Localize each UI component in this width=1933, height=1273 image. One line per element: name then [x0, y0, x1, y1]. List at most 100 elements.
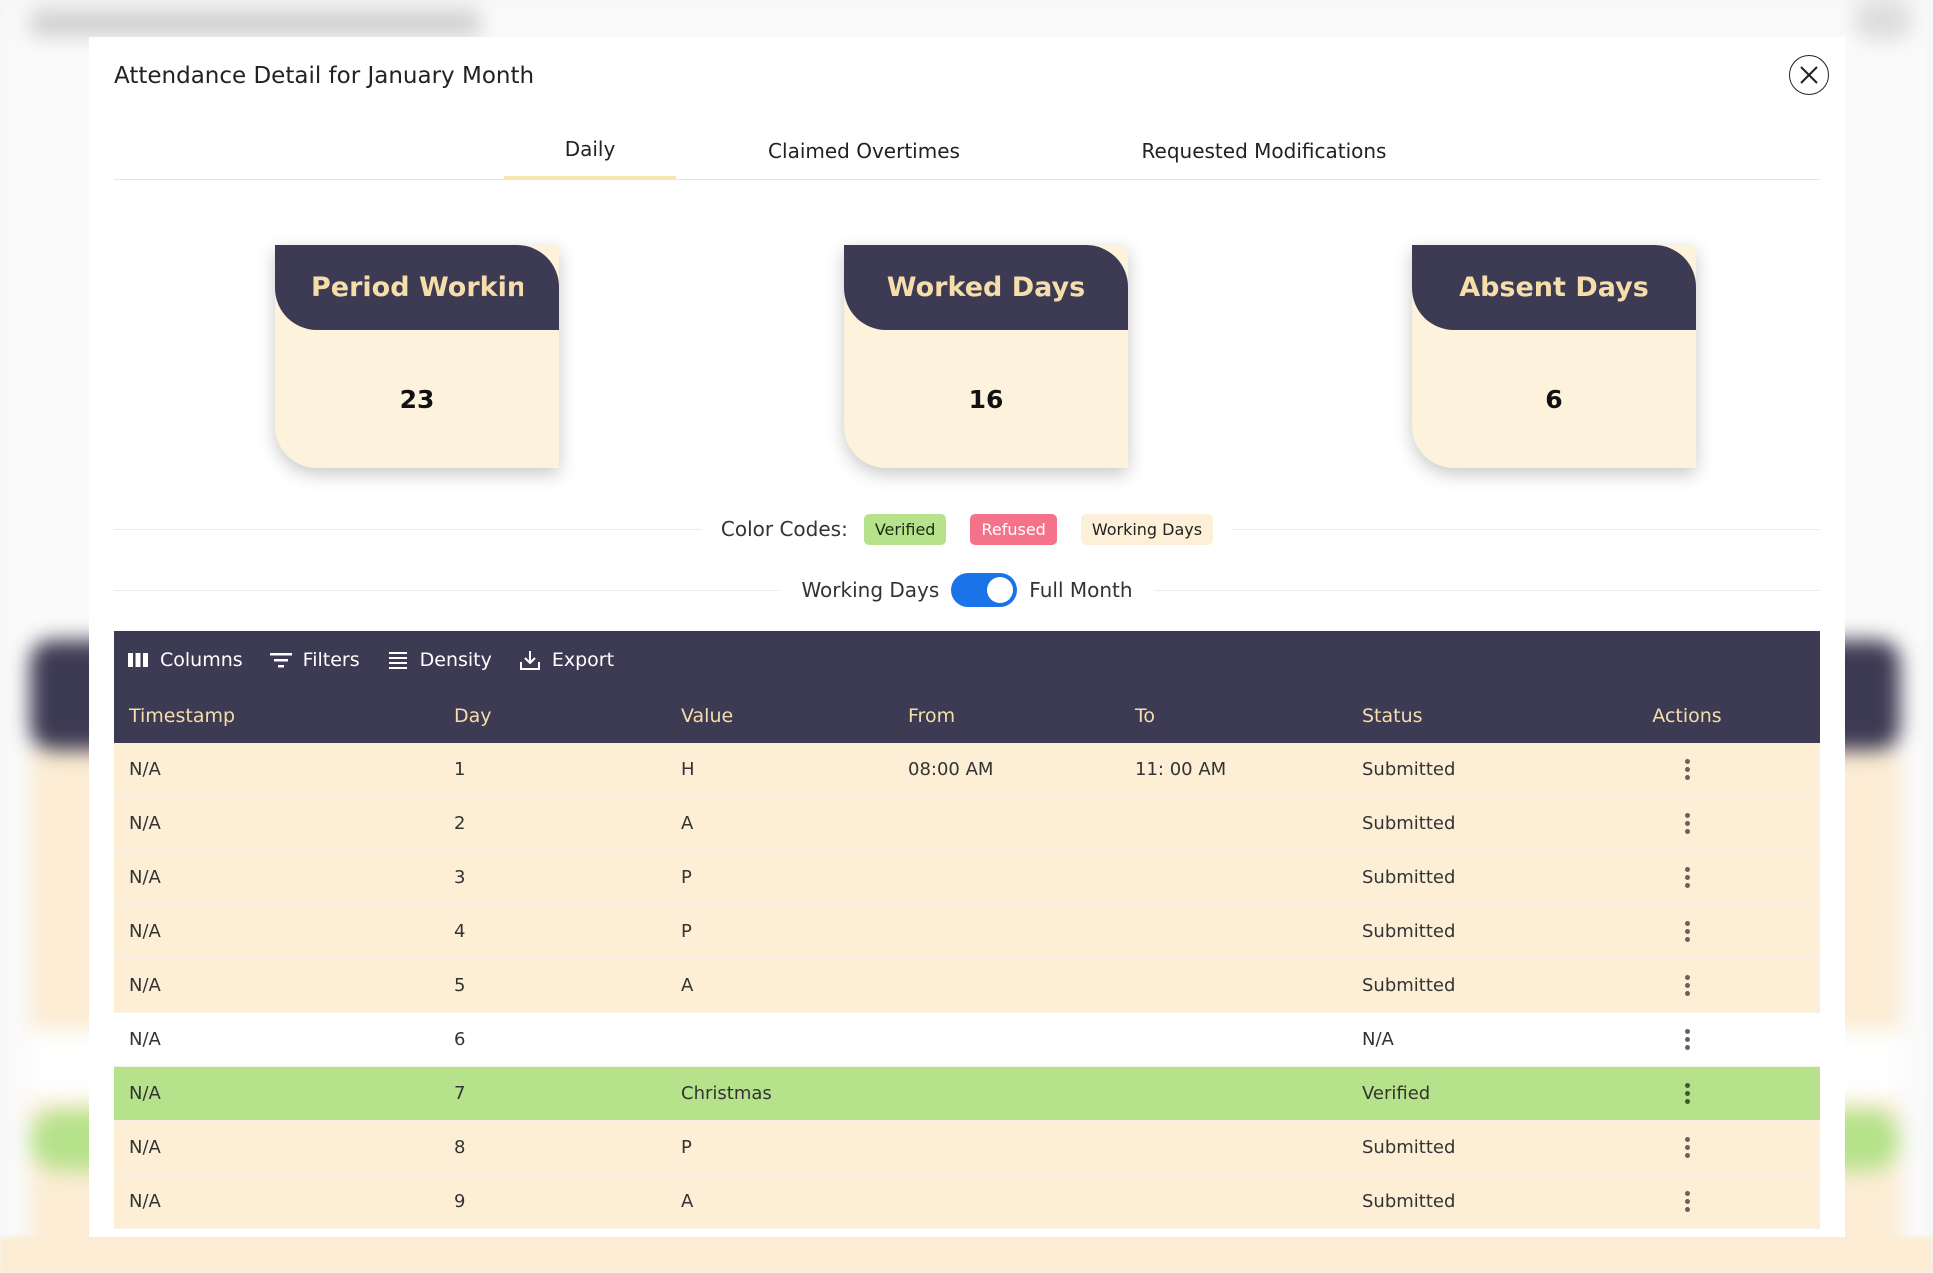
cell-status: Submitted: [1362, 867, 1456, 888]
cell-value: A: [681, 975, 694, 996]
filters-label: Filters: [302, 649, 360, 671]
cell-day: 3: [454, 867, 466, 888]
cell-status: Submitted: [1362, 1137, 1456, 1158]
cell-value: P: [681, 1137, 692, 1158]
cell-day: 6: [454, 1029, 466, 1050]
cell-timestamp: N/A: [129, 1083, 161, 1104]
column-header-status[interactable]: Status: [1362, 705, 1627, 727]
more-vert-icon[interactable]: [1679, 863, 1696, 892]
column-header-to[interactable]: To: [1135, 705, 1362, 727]
density-label: Density: [419, 649, 492, 671]
cell-timestamp: N/A: [129, 759, 161, 780]
close-icon: [1800, 66, 1818, 84]
export-button[interactable]: Export: [518, 648, 614, 672]
working-days-full-month-switch[interactable]: [951, 573, 1018, 607]
table-row[interactable]: N/A 7 Christmas Verified: [114, 1067, 1820, 1121]
cell-actions: [1627, 863, 1747, 892]
toggle-right-label: Full Month: [1029, 578, 1133, 602]
column-header-actions: Actions: [1652, 705, 1722, 727]
legend-chip-verified: Verified: [863, 513, 947, 545]
blurred-header: [30, 10, 480, 36]
summary-cards: Period Working 23 Worked Days 16 Absent …: [89, 245, 1845, 468]
modal-title: Attendance Detail for January Month: [114, 63, 535, 89]
density-icon: [386, 648, 410, 672]
card-title: Worked Days: [886, 272, 1086, 303]
cell-value: A: [681, 813, 694, 834]
tab-requested-modifications[interactable]: Requested Modifications: [1114, 122, 1414, 180]
table-header-row: Timestamp Day Value From To Status Actio…: [114, 689, 1820, 743]
cell-timestamp: N/A: [129, 1029, 161, 1050]
cell-day: 2: [454, 813, 466, 834]
card-period-working: Period Working 23: [275, 245, 559, 468]
card-title: Period Working: [311, 272, 523, 303]
column-header-from[interactable]: From: [908, 705, 1135, 727]
more-vert-icon[interactable]: [1679, 1079, 1696, 1108]
more-vert-icon[interactable]: [1679, 755, 1696, 784]
more-vert-icon[interactable]: [1679, 1133, 1696, 1162]
more-vert-icon[interactable]: [1679, 917, 1696, 946]
more-vert-icon[interactable]: [1679, 1025, 1696, 1054]
table-row[interactable]: N/A 6 N/A: [114, 1013, 1820, 1067]
tab-bar: Daily Claimed Overtimes Requested Modifi…: [114, 122, 1820, 180]
table-row[interactable]: N/A 1 H 08:00 AM 11: 00 AM Submitted: [114, 743, 1820, 797]
color-codes-legend: Color Codes: Verified Refused Working Da…: [114, 512, 1820, 546]
cell-value: P: [681, 921, 692, 942]
cell-day: 7: [454, 1083, 466, 1104]
cell-actions: [1627, 1133, 1747, 1162]
cell-timestamp: N/A: [129, 813, 161, 834]
legend-chip-refused: Refused: [970, 513, 1057, 545]
more-vert-icon[interactable]: [1679, 809, 1696, 838]
tab-claimed-overtimes[interactable]: Claimed Overtimes: [734, 122, 994, 180]
more-vert-icon[interactable]: [1679, 1187, 1696, 1216]
column-header-timestamp[interactable]: Timestamp: [114, 705, 454, 727]
cell-actions: [1627, 1025, 1747, 1054]
column-header-day[interactable]: Day: [454, 705, 681, 727]
table-row[interactable]: N/A 2 A Submitted: [114, 797, 1820, 851]
table-row[interactable]: N/A 8 P Submitted: [114, 1121, 1820, 1175]
cell-timestamp: N/A: [129, 1191, 161, 1212]
card-value: 23: [399, 384, 435, 414]
cell-timestamp: N/A: [129, 1137, 161, 1158]
legend-label: Color Codes:: [720, 517, 848, 541]
period-toggle-row: Working Days Full Month: [114, 570, 1820, 610]
cell-value: Christmas: [681, 1083, 772, 1104]
cell-actions: [1627, 1079, 1747, 1108]
cell-day: 5: [454, 975, 466, 996]
blurred-bottom-strip: [0, 1237, 1933, 1273]
download-icon: [518, 648, 542, 672]
attendance-data-grid: Columns Filters Density Export Timestamp…: [114, 631, 1820, 1229]
cell-status: Verified: [1362, 1083, 1431, 1104]
columns-label: Columns: [160, 649, 243, 671]
columns-button[interactable]: Columns: [126, 648, 243, 672]
table-row[interactable]: N/A 3 P Submitted: [114, 851, 1820, 905]
toggle-left-label: Working Days: [801, 578, 940, 602]
cell-day: 9: [454, 1191, 466, 1212]
cell-timestamp: N/A: [129, 921, 161, 942]
legend-chip-working-days: Working Days: [1080, 513, 1214, 545]
cell-actions: [1627, 917, 1747, 946]
table-row[interactable]: N/A 9 A Submitted: [114, 1175, 1820, 1229]
density-button[interactable]: Density: [386, 648, 492, 672]
cell-actions: [1627, 755, 1747, 784]
attendance-detail-modal: Attendance Detail for January Month Dail…: [89, 37, 1845, 1237]
card-worked-days: Worked Days 16: [844, 245, 1128, 468]
more-vert-icon[interactable]: [1679, 971, 1696, 1000]
column-header-value[interactable]: Value: [681, 705, 908, 727]
cell-to: 11: 00 AM: [1135, 759, 1227, 780]
blurred-avatar: [1853, 0, 1913, 40]
tab-daily[interactable]: Daily: [504, 122, 676, 180]
close-button[interactable]: [1789, 55, 1829, 95]
cell-timestamp: N/A: [129, 975, 161, 996]
cell-actions: [1627, 971, 1747, 1000]
card-absent-days: Absent Days 6: [1412, 245, 1696, 468]
cell-value: P: [681, 867, 692, 888]
table-row[interactable]: N/A 5 A Submitted: [114, 959, 1820, 1013]
filters-button[interactable]: Filters: [269, 648, 360, 672]
grid-toolbar: Columns Filters Density Export: [114, 631, 1820, 689]
export-label: Export: [551, 649, 615, 671]
cell-status: Submitted: [1362, 921, 1456, 942]
cell-day: 1: [454, 759, 466, 780]
table-row[interactable]: N/A 4 P Submitted: [114, 905, 1820, 959]
cell-from: 08:00 AM: [908, 759, 994, 780]
cell-status: N/A: [1362, 1029, 1394, 1050]
